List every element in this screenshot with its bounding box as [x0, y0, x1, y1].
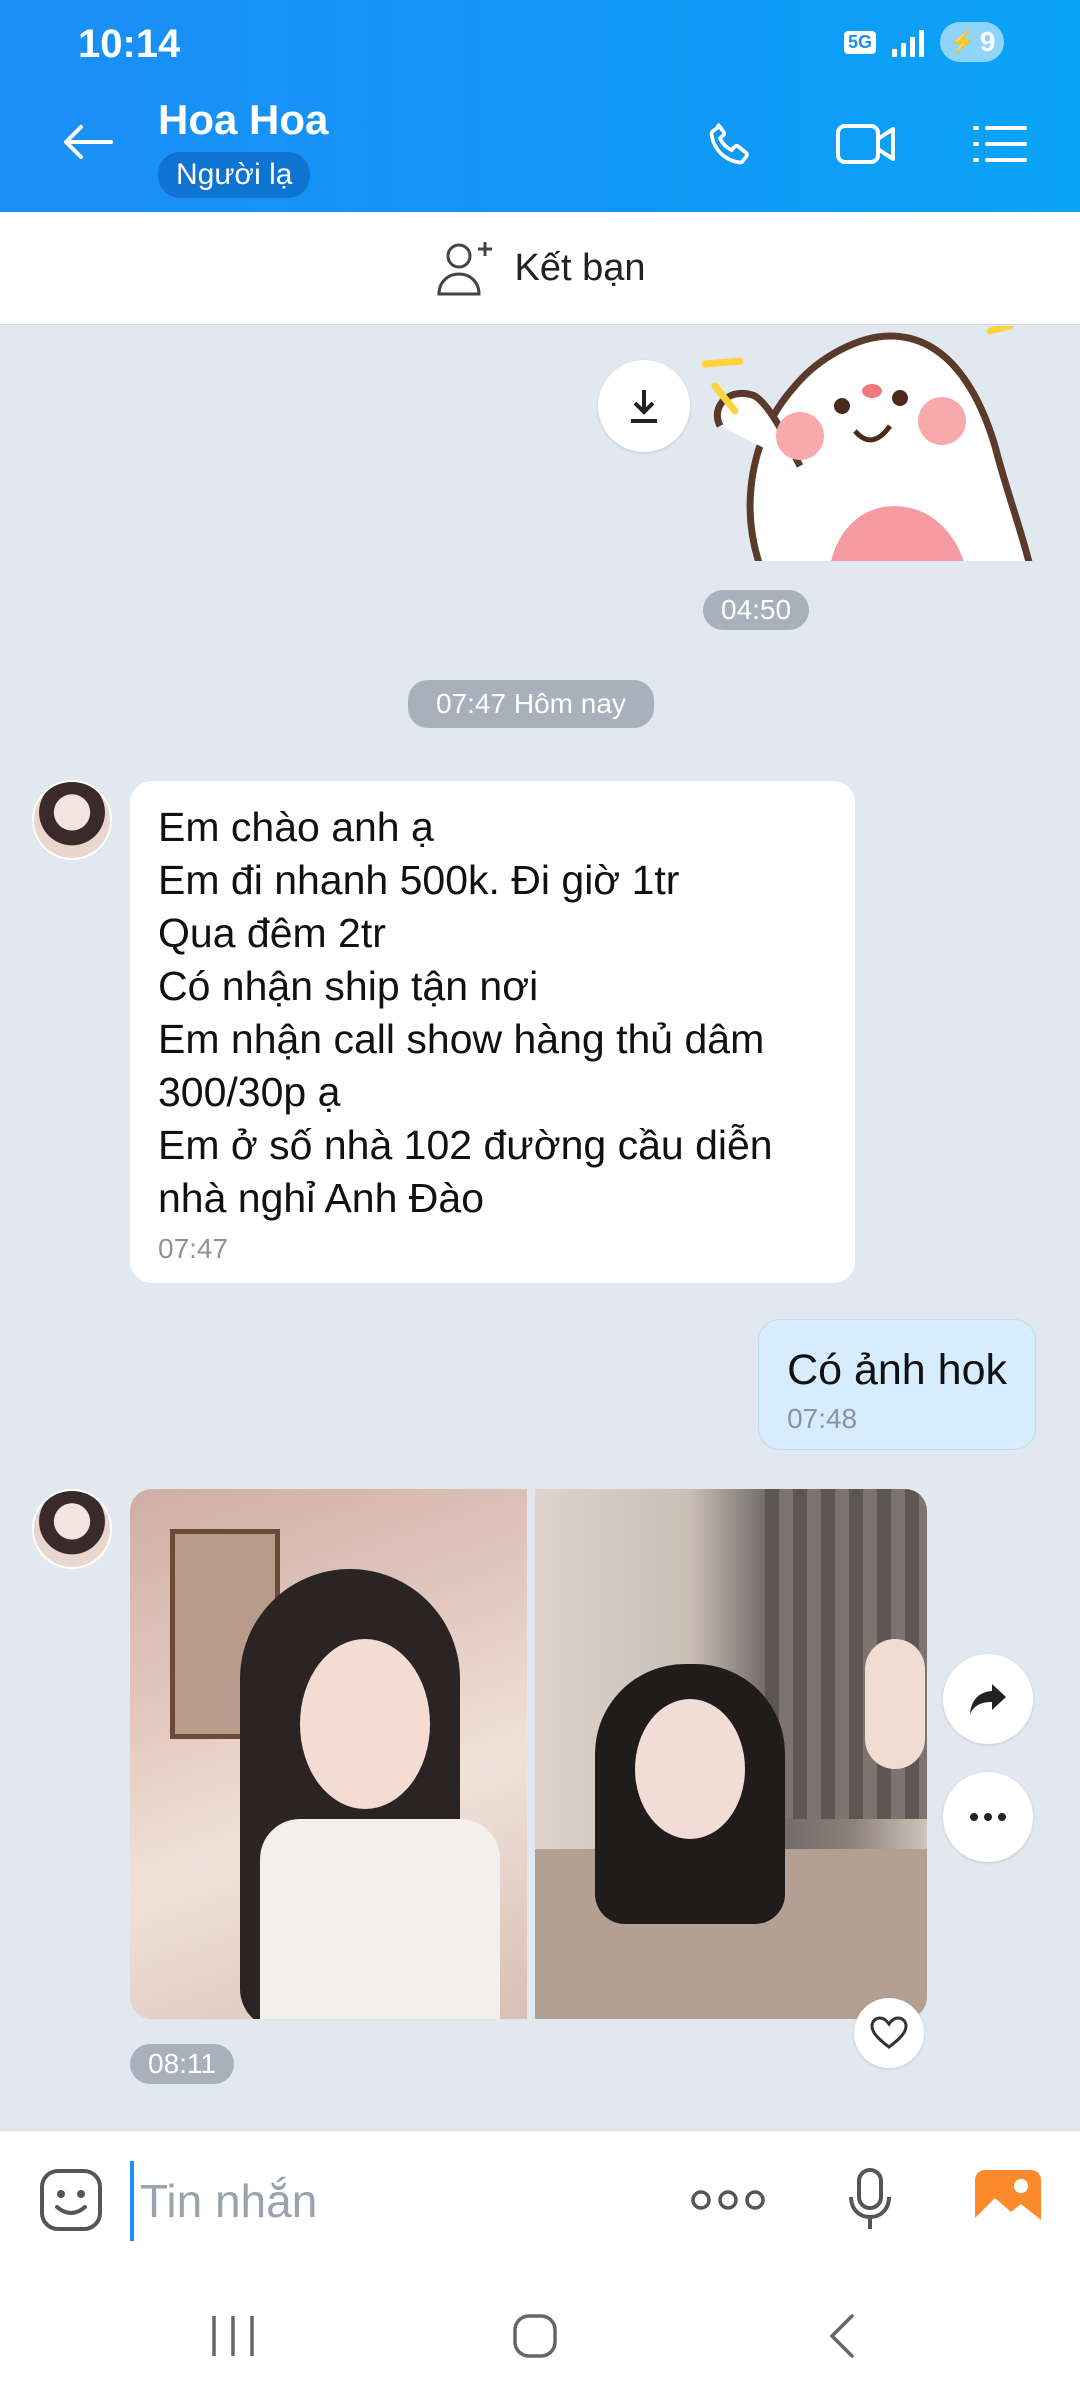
message-line: Em ở số nhà 102 đường cầu diễn: [158, 1122, 773, 1168]
video-camera-icon: [836, 124, 895, 164]
chat-messages[interactable]: 04:50 07:47 Hôm nay Em chào anh ạ Em đi …: [0, 326, 1080, 2130]
microphone-icon: [849, 2168, 891, 2229]
system-nav-bar: [0, 2268, 1080, 2400]
photo-message[interactable]: [535, 1489, 927, 2019]
back-button[interactable]: [56, 110, 120, 174]
message-line: Em nhận call show hàng thủ dâm: [158, 1016, 765, 1062]
more-dots-icon: [691, 2190, 765, 2210]
share-button[interactable]: [943, 1654, 1033, 1744]
list-menu-icon: [973, 126, 1027, 162]
message-line: Qua đêm 2tr: [158, 910, 386, 956]
photo-gallery-button[interactable]: [972, 2165, 1044, 2235]
voice-call-button[interactable]: [698, 112, 762, 176]
emoji-button[interactable]: [36, 2165, 106, 2235]
message-composer: [0, 2130, 1080, 2268]
emoji-icon: [40, 2169, 102, 2231]
battery-icon: ⚡ 9: [940, 22, 1004, 62]
heart-icon: [870, 2016, 908, 2049]
voice-message-button[interactable]: [840, 2165, 900, 2235]
signal-icon: [892, 27, 924, 57]
back-chevron-icon: [829, 2314, 854, 2358]
message-time: 08:11: [130, 2044, 234, 2084]
menu-button[interactable]: [968, 112, 1032, 176]
add-friend-button[interactable]: Kết bạn: [0, 212, 1080, 325]
back-arrow-icon: [64, 125, 113, 159]
stranger-badge: Người lạ: [158, 152, 311, 198]
message-input[interactable]: [130, 2161, 650, 2241]
back-nav-button[interactable]: [796, 2304, 886, 2368]
cute-bunny-sticker: [701, 326, 1033, 561]
status-icons: 5G ⚡ 9: [843, 22, 1004, 62]
add-friend-icon: [436, 242, 492, 296]
react-heart-button[interactable]: [854, 1998, 924, 2068]
download-icon: [631, 390, 657, 423]
message-text: Có ảnh hok: [787, 1346, 1007, 1394]
recent-apps-button[interactable]: [188, 2304, 278, 2368]
share-forward-icon: [970, 1684, 1006, 1714]
message-line: Em đi nhanh 500k. Đi giờ 1tr: [158, 857, 680, 903]
more-options-button[interactable]: [943, 1772, 1033, 1862]
date-divider: 07:47 Hôm nay: [408, 680, 654, 728]
home-button[interactable]: [490, 2304, 580, 2368]
sticker-image[interactable]: [700, 326, 1040, 561]
recents-icon: [212, 2316, 254, 2356]
home-icon: [513, 2314, 557, 2358]
message-line: nhà nghỉ Anh Đào: [158, 1175, 484, 1221]
contact-name[interactable]: Hoa Hoa: [158, 96, 328, 144]
download-button[interactable]: [598, 360, 690, 452]
battery-level: 9: [979, 26, 996, 57]
contact-avatar[interactable]: [32, 780, 112, 860]
more-dots-icon: [970, 1813, 1006, 1821]
status-time: 10:14: [78, 22, 181, 66]
message-line: Có nhận ship tận nơi: [158, 963, 539, 1009]
message-time: 04:50: [703, 590, 810, 630]
message-line: Em chào anh ạ: [158, 804, 434, 850]
incoming-message-bubble[interactable]: Em chào anh ạ Em đi nhanh 500k. Đi giờ 1…: [130, 781, 855, 1283]
phone-icon: [709, 122, 749, 165]
photo-message[interactable]: [130, 1489, 527, 2019]
message-time: 07:47: [158, 1233, 229, 1264]
add-friend-label: Kết bạn: [514, 246, 646, 289]
outgoing-message-bubble[interactable]: Có ảnh hok 07:48: [758, 1319, 1036, 1450]
more-actions-button[interactable]: [688, 2175, 768, 2225]
video-call-button[interactable]: [834, 112, 898, 176]
network-5g-icon: 5G: [843, 30, 876, 54]
message-line: 300/30p ạ: [158, 1069, 341, 1115]
image-icon: [975, 2170, 1041, 2230]
chat-header: 10:14 5G ⚡ 9 Hoa Hoa Người lạ: [0, 0, 1080, 212]
message-time: 07:48: [787, 1403, 858, 1434]
contact-avatar[interactable]: [32, 1489, 112, 1569]
